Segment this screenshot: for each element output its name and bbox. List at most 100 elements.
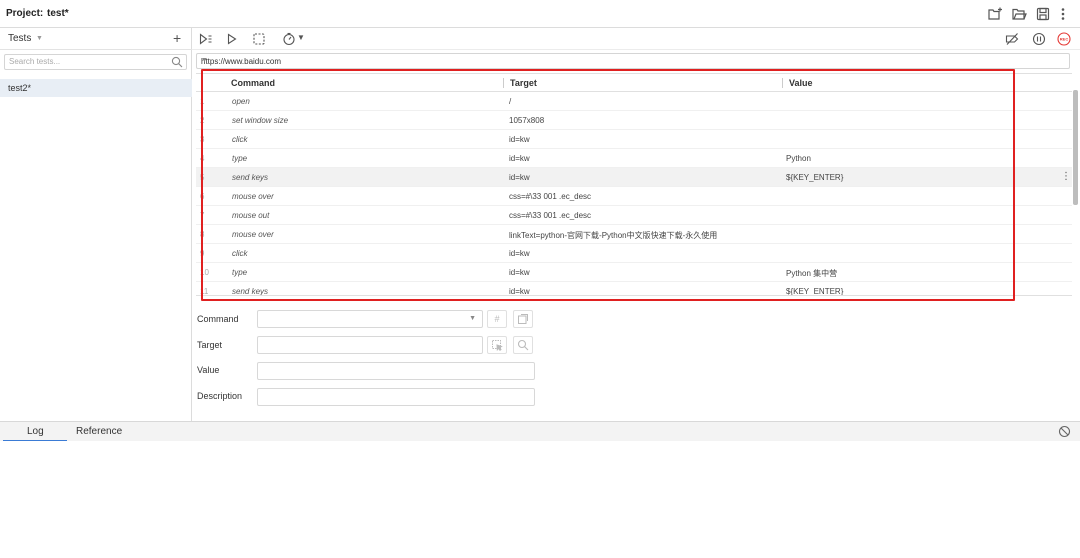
row-value: Python [786,154,811,163]
table-row[interactable]: 7 mouse out css=#\33 001 .ec_desc [196,206,1072,225]
row-target: id=kw [509,249,530,258]
row-command: click [232,249,248,258]
log-panel-tabs: Log Reference [0,421,1080,442]
row-target: id=kw [509,287,530,296]
comment-button[interactable]: # [487,310,507,328]
table-row[interactable]: 1 open / [196,92,1072,111]
row-number: 7 [200,211,205,220]
select-target-icon [492,340,503,352]
command-editor: Command ▼ # Target Value Description [192,300,1080,420]
row-command: type [232,268,248,277]
search-input[interactable] [9,57,159,66]
row-value: Python 集中营 [786,269,838,278]
base-url-field[interactable]: https://www.baidu.com ▼ [196,53,1070,69]
header-value: Value [789,78,813,88]
row-target: id=kw [509,135,530,144]
table-row[interactable]: 11 send keys id=kw ${KEY_ENTER} [196,282,1072,296]
description-input[interactable] [257,388,535,406]
row-value: ${KEY_ENTER} [786,287,844,296]
speed-dropdown-caret[interactable]: ▼ [297,33,305,42]
chevron-down-icon[interactable]: ▼ [469,315,476,322]
row-number: 5 [200,173,205,182]
test-item-test2[interactable]: test2* [0,79,192,97]
table-row[interactable]: 3 click id=kw [196,130,1072,149]
record-label: REC [1060,37,1069,42]
row-number: 9 [200,249,205,258]
table-row[interactable]: 10 type id=kw Python 集中营 [196,263,1072,282]
tests-panel: Tests ▼ + test2* [0,28,192,421]
external-link-icon [518,314,528,324]
chevron-down-icon[interactable]: ▼ [36,35,43,42]
project-name[interactable]: test* [47,8,69,19]
row-number: 8 [200,230,205,239]
clear-log-icon[interactable] [1058,425,1071,438]
step-icon[interactable] [252,32,266,46]
table-row-selected[interactable]: 5 send keys id=kw ${KEY_ENTER} ⋮ [196,168,1072,187]
row-number: 2 [200,116,205,125]
row-target: 1057x808 [509,116,545,125]
row-command: click [232,135,248,144]
row-command: set window size [232,116,289,125]
run-icon[interactable] [225,32,239,46]
header-target: Target [510,78,537,88]
table-row[interactable]: 6 mouse over css=#\33 001 .ec_desc [196,187,1072,206]
tab-log[interactable]: Log [27,426,44,437]
table-scrollbar[interactable] [1073,90,1078,205]
row-value: ${KEY_ENTER} [786,173,844,182]
row-target: id=kw [509,268,530,277]
target-input[interactable] [257,336,483,354]
command-table: Command Target Value 1 open / 2 set wind… [196,73,1072,296]
row-command: open [232,97,250,106]
pause-icon[interactable] [1032,32,1046,46]
table-row[interactable]: 2 set window size 1057x808 [196,111,1072,130]
project-header: Project: test* [0,0,1080,28]
row-target: css=#\33 001 .ec_desc [509,211,592,220]
table-row[interactable]: 9 click id=kw [196,244,1072,263]
row-number: 11 [200,287,209,296]
tests-dropdown[interactable]: Tests [8,33,31,44]
command-select[interactable]: ▼ [257,310,483,328]
row-target: id=kw [509,154,530,163]
value-label: Value [197,365,220,375]
column-separator[interactable] [782,78,783,88]
command-label: Command [197,314,239,324]
table-header: Command Target Value [196,74,1072,92]
row-more-icon[interactable]: ⋮ [1061,171,1071,182]
open-folder-icon[interactable] [1011,6,1027,22]
value-input[interactable] [257,362,535,380]
record-icon[interactable]: REC [1057,32,1071,46]
open-reference-button[interactable] [513,310,533,328]
search-icon[interactable] [171,56,183,68]
row-target: linkText=python-官网下载-Python中文版快速下载-永久使用 [509,231,718,240]
find-target-button[interactable] [513,336,533,354]
log-content [0,441,1080,558]
row-number: 10 [200,268,209,277]
select-target-button[interactable] [487,336,507,354]
row-command: type [232,154,248,163]
add-test-button[interactable]: + [173,30,181,46]
app-window: Project: test* Tests ▼ + test2* [0,0,1080,558]
row-number: 4 [200,154,205,163]
row-command: mouse over [232,230,274,239]
table-row[interactable]: 8 mouse over linkText=python-官网下载-Python… [196,225,1072,244]
new-folder-icon[interactable] [987,6,1003,22]
column-separator[interactable] [503,78,504,88]
chevron-down-icon[interactable]: ▼ [201,57,1064,64]
row-target: css=#\33 001 .ec_desc [509,192,592,201]
search-icon [517,339,529,351]
disable-breakpoints-icon[interactable] [1005,32,1019,46]
row-number: 1 [200,97,205,106]
description-label: Description [197,391,243,401]
speed-icon[interactable] [282,32,296,46]
run-all-icon[interactable] [199,32,213,46]
editor-toolbar: ▼ REC [192,28,1080,50]
row-command: send keys [232,287,269,296]
row-target: / [509,97,512,106]
row-number: 6 [200,192,205,201]
more-vert-icon[interactable] [1055,6,1071,22]
project-label: Project: [6,8,44,19]
tab-reference[interactable]: Reference [76,426,122,437]
header-command: Command [231,78,276,88]
save-icon[interactable] [1035,6,1051,22]
table-row[interactable]: 4 type id=kw Python [196,149,1072,168]
